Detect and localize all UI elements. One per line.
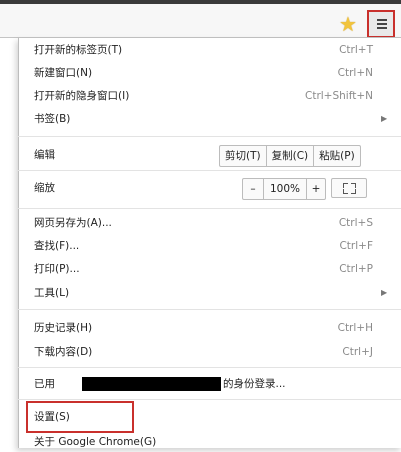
menu-item-save-as[interactable]: 网页另存为(A)...	[34, 213, 112, 233]
menu-item-find[interactable]: 查找(F)...	[34, 236, 79, 256]
submenu-arrow-icon: ▶	[381, 114, 388, 123]
menu-item-label: 网页另存为(A)...	[34, 217, 112, 229]
hamburger-bar	[377, 23, 387, 25]
menu-item-new-incognito[interactable]: 打开新的隐身窗口(I)	[34, 86, 129, 106]
settings-highlight-box	[26, 401, 134, 433]
menu-separator	[18, 399, 401, 400]
menu-item-zoom: 缩放	[34, 178, 55, 198]
menu-item-signin-suffix[interactable]: 的身份登录...	[223, 374, 286, 394]
shortcut-new-window: Ctrl+N	[337, 67, 373, 79]
star-icon[interactable]: ★	[339, 14, 357, 34]
shortcut-find: Ctrl+F	[339, 240, 373, 252]
shortcut-print: Ctrl+P	[339, 263, 373, 275]
menu-separator	[18, 170, 401, 171]
menu-item-label: 编辑	[34, 149, 55, 161]
menu-item-print[interactable]: 打印(P)...	[34, 259, 80, 279]
menu-separator	[18, 136, 401, 137]
menu-item-history[interactable]: 历史记录(H)	[34, 318, 92, 338]
menu-item-label: 已用	[34, 378, 55, 390]
zoom-out-button[interactable]: –	[243, 179, 264, 199]
edit-button-group: 剪切(T) 复制(C) 粘贴(P)	[219, 145, 361, 167]
menu-separator	[18, 309, 401, 310]
zoom-level: 100%	[264, 179, 307, 199]
menu-item-about[interactable]: 关于 Google Chrome(G)	[34, 432, 156, 452]
zoom-controls: – 100% +	[242, 178, 326, 200]
menu-item-label: 历史记录(H)	[34, 322, 93, 334]
submenu-arrow-icon: ▶	[381, 288, 388, 297]
paste-button[interactable]: 粘贴(P)	[314, 146, 360, 166]
menu-item-label: 打开新的隐身窗口(I)	[34, 90, 130, 102]
menu-item-downloads[interactable]: 下载内容(D)	[34, 342, 92, 362]
shortcut-new-tab: Ctrl+T	[339, 44, 373, 56]
menu-item-label: 新建窗口(N)	[34, 67, 93, 79]
menu-item-label: 关于 Google Chrome(G)	[34, 436, 157, 448]
menu-item-label: 缩放	[34, 182, 55, 194]
hamburger-menu-icon	[377, 19, 387, 21]
fullscreen-button[interactable]	[331, 178, 367, 198]
menu-item-label: 工具(L)	[34, 287, 70, 299]
menu-separator	[18, 208, 401, 209]
menu-item-label: 书签(B)	[34, 113, 71, 125]
menu-item-new-window[interactable]: 新建窗口(N)	[34, 63, 92, 83]
zoom-in-button[interactable]: +	[307, 179, 325, 199]
menu-item-label: 下载内容(D)	[34, 346, 93, 358]
menu-item-edit: 编辑	[34, 145, 55, 165]
menu-item-label: 查找(F)...	[34, 240, 80, 252]
menu-separator	[18, 367, 401, 368]
redacted-account-name	[82, 377, 221, 391]
cut-button[interactable]: 剪切(T)	[220, 146, 267, 166]
copy-button[interactable]: 复制(C)	[267, 146, 315, 166]
menu-item-label: 打印(P)...	[34, 263, 80, 275]
shortcut-downloads: Ctrl+J	[342, 346, 373, 358]
menu-item-signin-prefix: 已用	[34, 374, 55, 394]
shortcut-save-as: Ctrl+S	[338, 217, 373, 229]
chrome-menu-button[interactable]	[367, 10, 395, 38]
menu-item-tools[interactable]: 工具(L)	[34, 283, 69, 303]
shortcut-new-incognito: Ctrl+Shift+N	[305, 90, 373, 102]
menu-item-label: 打开新的标签页(T)	[34, 44, 123, 56]
hamburger-bar	[377, 27, 387, 29]
menu-item-new-tab[interactable]: 打开新的标签页(T)	[34, 40, 122, 60]
browser-toolbar: ★	[0, 4, 401, 38]
menu-item-bookmarks[interactable]: 书签(B)	[34, 109, 70, 129]
shortcut-history: Ctrl+H	[337, 322, 373, 334]
menu-item-label: 的身份登录...	[223, 378, 286, 390]
